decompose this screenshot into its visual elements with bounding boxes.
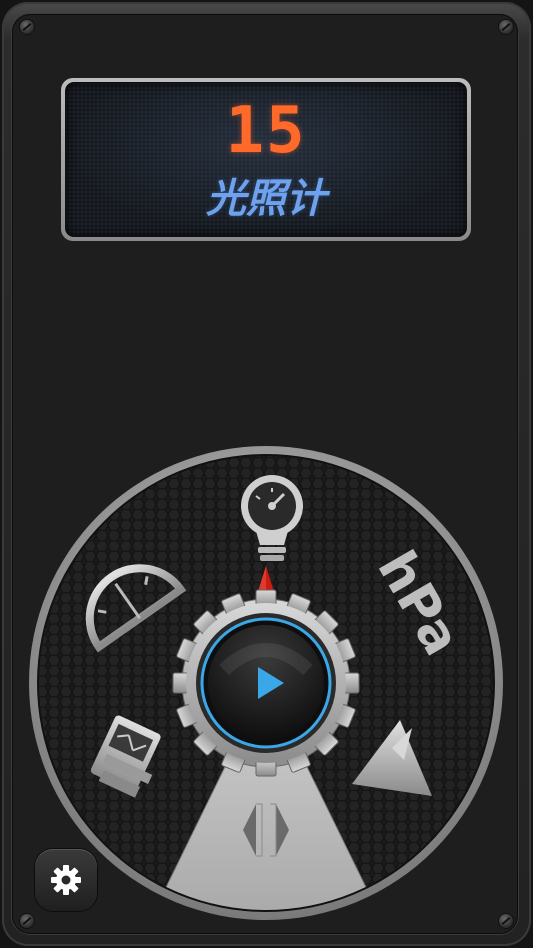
play-button[interactable] <box>200 617 332 749</box>
gear-icon <box>51 865 81 895</box>
sensor-dial[interactable]: hPa <box>0 0 533 948</box>
settings-button[interactable] <box>35 849 97 911</box>
